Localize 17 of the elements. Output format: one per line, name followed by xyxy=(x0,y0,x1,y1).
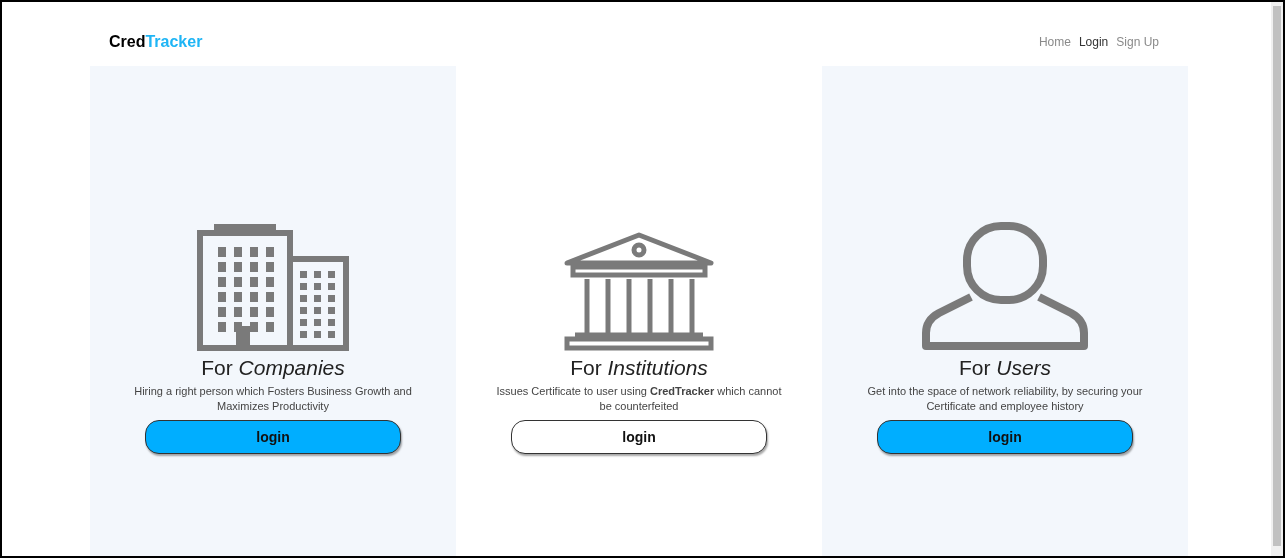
login-button[interactable]: login xyxy=(145,420,401,454)
card-title: For Companies xyxy=(201,355,345,381)
office-buildings-icon xyxy=(194,221,352,351)
scrollbar-thumb[interactable] xyxy=(1273,6,1281,546)
nav-link[interactable]: Sign Up xyxy=(1116,33,1159,51)
card-title: For Users xyxy=(958,355,1052,381)
login-button[interactable]: login xyxy=(877,420,1133,454)
card-description: Issues Certificate to user using CredTracker which cannot be counterfeited xyxy=(495,384,783,414)
nav-link[interactable]: Home xyxy=(1038,33,1071,51)
login-button[interactable]: login xyxy=(511,420,767,454)
card-title: For Institutions xyxy=(570,355,708,381)
scrollbar[interactable] xyxy=(1271,2,1283,556)
card-description: Hiring a right person which Fosters Business Growth and Maximizes Productivity xyxy=(133,384,413,414)
nav-link[interactable]: Login xyxy=(1078,33,1109,51)
logo[interactable]: CredTracker xyxy=(109,30,203,54)
user-silhouette-icon xyxy=(921,221,1089,351)
card-description: Get into the space of network reliability, by securing your Certificate and employee history xyxy=(866,384,1144,414)
